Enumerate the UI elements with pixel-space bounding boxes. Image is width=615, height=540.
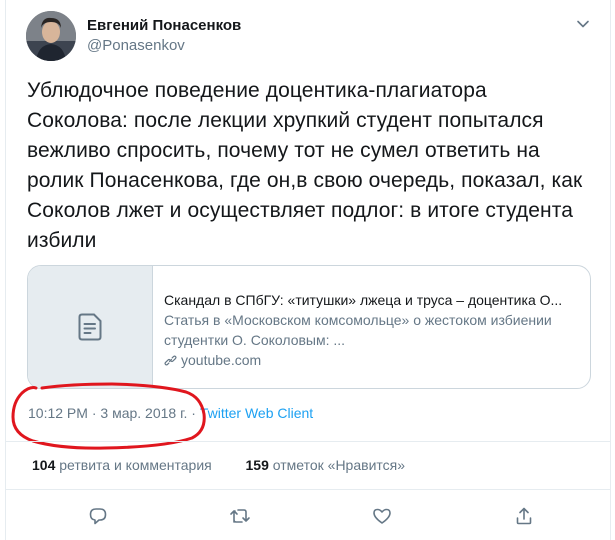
- author-block[interactable]: Евгений Понасенков @Ponasenkov: [87, 16, 241, 56]
- link-icon: [164, 355, 177, 365]
- reply-icon: [89, 508, 107, 525]
- likes-count: 159: [245, 457, 269, 473]
- author-name[interactable]: Евгений Понасенков: [87, 16, 241, 36]
- card-domain: youtube.com: [164, 350, 578, 370]
- tweet-stats: 104 ретвита и комментария 159 отметок «Н…: [32, 457, 405, 473]
- retweets-count: 104: [32, 457, 56, 473]
- article-icon: [78, 313, 102, 341]
- share-button[interactable]: [512, 504, 536, 528]
- card-media: [28, 266, 153, 388]
- retweet-icon: [230, 509, 250, 523]
- card-domain-text: youtube.com: [181, 352, 262, 368]
- retweets-stat[interactable]: 104 ретвита и комментария: [32, 457, 216, 473]
- divider: [5, 489, 610, 490]
- more-options-button[interactable]: [571, 12, 595, 36]
- retweet-button[interactable]: [228, 504, 252, 528]
- divider: [5, 441, 610, 442]
- tweet-text: Ублюдочное поведение доцентика-плагиатор…: [27, 79, 583, 252]
- card-description: Статья в «Московском комсомольце» о жест…: [164, 312, 552, 348]
- reply-button[interactable]: [86, 504, 110, 528]
- author-handle[interactable]: @Ponasenkov: [87, 36, 241, 56]
- tweet-time[interactable]: 10:12 PM: [28, 405, 88, 421]
- meta-separator-2: ·: [191, 405, 196, 421]
- meta-separator: ·: [91, 405, 97, 421]
- tweet-date[interactable]: 3 мар. 2018 г.: [100, 405, 187, 421]
- card-title: Скандал в СПбГУ: «титушки» лжеца и труса…: [164, 292, 563, 308]
- card-body: Скандал в СПбГУ: «титушки» лжеца и труса…: [153, 266, 590, 388]
- link-card[interactable]: Скандал в СПбГУ: «титушки» лжеца и труса…: [27, 265, 591, 389]
- share-icon: [516, 507, 532, 525]
- likes-label: отметок «Нравится»: [272, 457, 406, 473]
- like-button[interactable]: [370, 504, 394, 528]
- retweets-label: ретвита и комментария: [59, 457, 212, 473]
- chevron-down-icon: [577, 20, 589, 28]
- avatar-image: [26, 11, 76, 61]
- like-icon: [373, 508, 391, 524]
- tweet-meta: 10:12 PM · 3 мар. 2018 г. · Twitter Web …: [28, 405, 313, 421]
- likes-stat[interactable]: 159 отметок «Нравится»: [246, 457, 406, 473]
- tweet-source[interactable]: Twitter Web Client: [200, 405, 313, 421]
- avatar[interactable]: [26, 11, 76, 61]
- tweet-actions: [0, 504, 615, 528]
